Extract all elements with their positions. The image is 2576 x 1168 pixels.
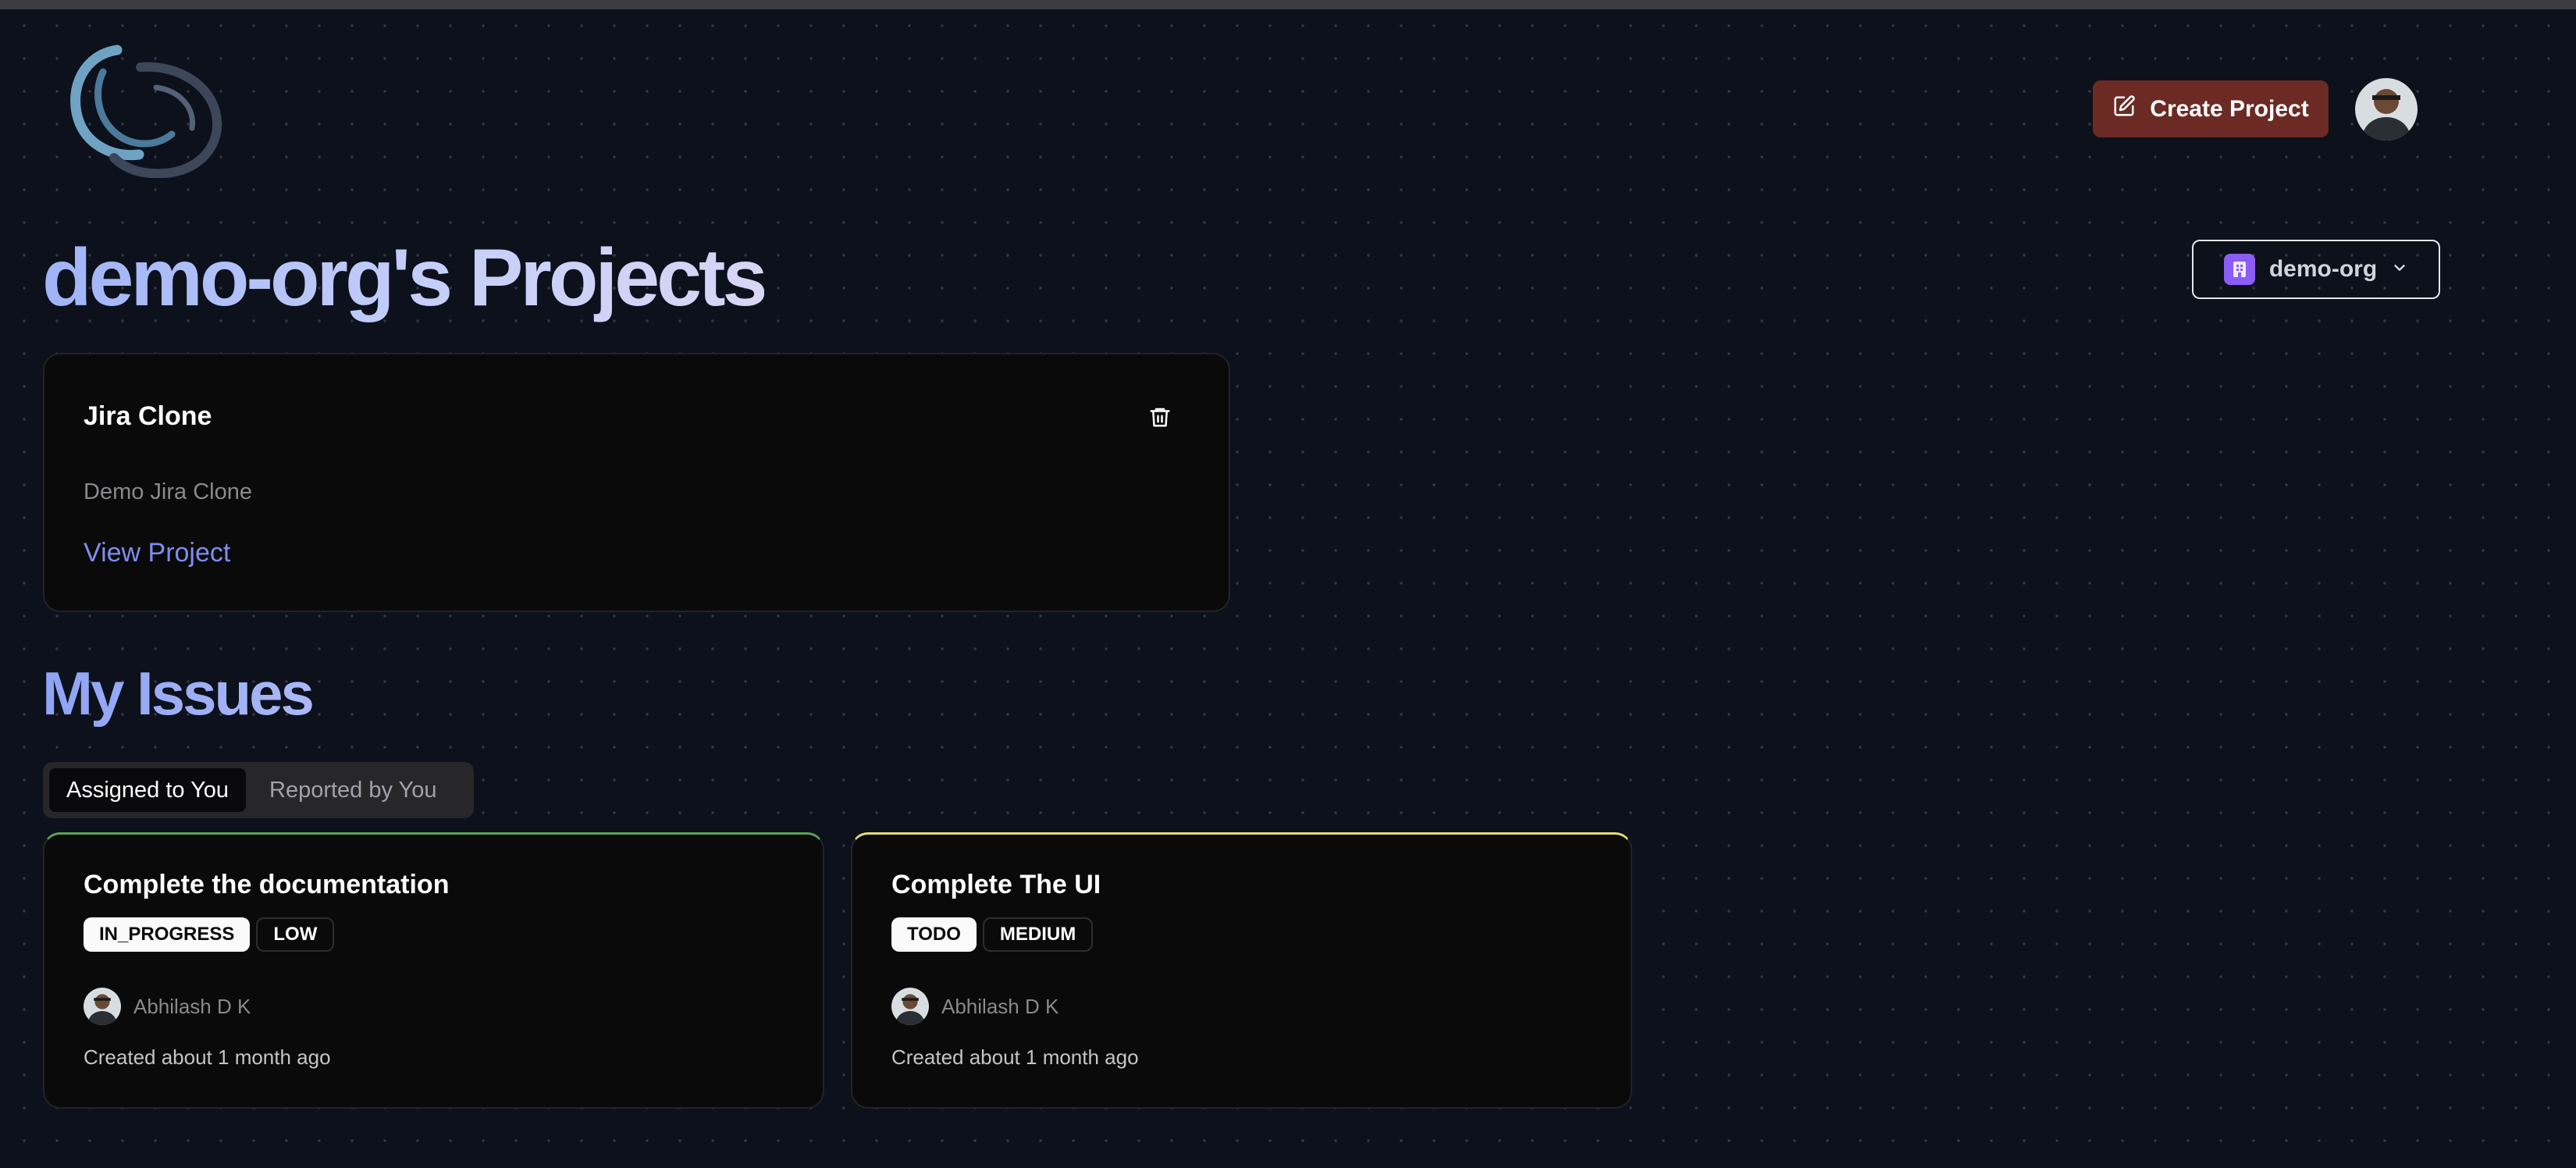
issue-title: Complete the documentation	[84, 870, 450, 899]
project-description: Demo Jira Clone	[84, 479, 252, 504]
edit-icon	[2112, 94, 2136, 124]
issue-tabs: Assigned to You Reported by You	[43, 762, 474, 818]
issue-assignee: Abhilash D K	[84, 988, 251, 1025]
issue-badges: TODO MEDIUM	[891, 917, 1094, 952]
project-name: Jira Clone	[84, 401, 212, 431]
browser-top-bar	[0, 0, 2576, 9]
trash-icon[interactable]	[1144, 401, 1176, 433]
create-project-button[interactable]: Create Project	[2093, 80, 2329, 137]
organization-name: demo-org	[2268, 256, 2378, 282]
priority-badge: MEDIUM	[982, 917, 1094, 952]
chevron-down-icon	[2391, 256, 2408, 283]
issue-card[interactable]: Complete the documentation IN_PROGRESS L…	[43, 832, 824, 1109]
building-icon	[2223, 254, 2255, 285]
app-logo[interactable]	[62, 41, 234, 179]
issue-created-time: Created about 1 month ago	[84, 1045, 331, 1069]
tab-assigned-to-you[interactable]: Assigned to You	[49, 768, 247, 812]
assignee-name: Abhilash D K	[133, 994, 251, 1018]
issue-badges: IN_PROGRESS LOW	[84, 917, 335, 952]
project-card: Jira Clone Demo Jira Clone View Project	[43, 353, 1230, 612]
user-avatar[interactable]	[2355, 78, 2418, 141]
issue-title: Complete The UI	[891, 870, 1101, 899]
issue-created-time: Created about 1 month ago	[891, 1045, 1139, 1069]
assignee-name: Abhilash D K	[941, 994, 1059, 1018]
priority-badge: LOW	[256, 917, 335, 952]
avatar	[891, 988, 929, 1025]
view-project-link[interactable]: View Project	[84, 538, 230, 568]
tab-reported-by-you[interactable]: Reported by You	[252, 768, 454, 812]
issues-section-title: My Issues	[42, 654, 315, 732]
page-title: demo-org's Projects	[42, 233, 767, 323]
issue-assignee: Abhilash D K	[891, 988, 1059, 1025]
create-project-label: Create Project	[2150, 95, 2309, 122]
status-badge: TODO	[891, 917, 977, 952]
avatar	[84, 988, 121, 1025]
status-badge: IN_PROGRESS	[84, 917, 251, 952]
organization-switcher[interactable]: demo-org	[2192, 240, 2440, 299]
issue-card[interactable]: Complete The UI TODO MEDIUM Abhilash D K…	[851, 832, 1632, 1109]
